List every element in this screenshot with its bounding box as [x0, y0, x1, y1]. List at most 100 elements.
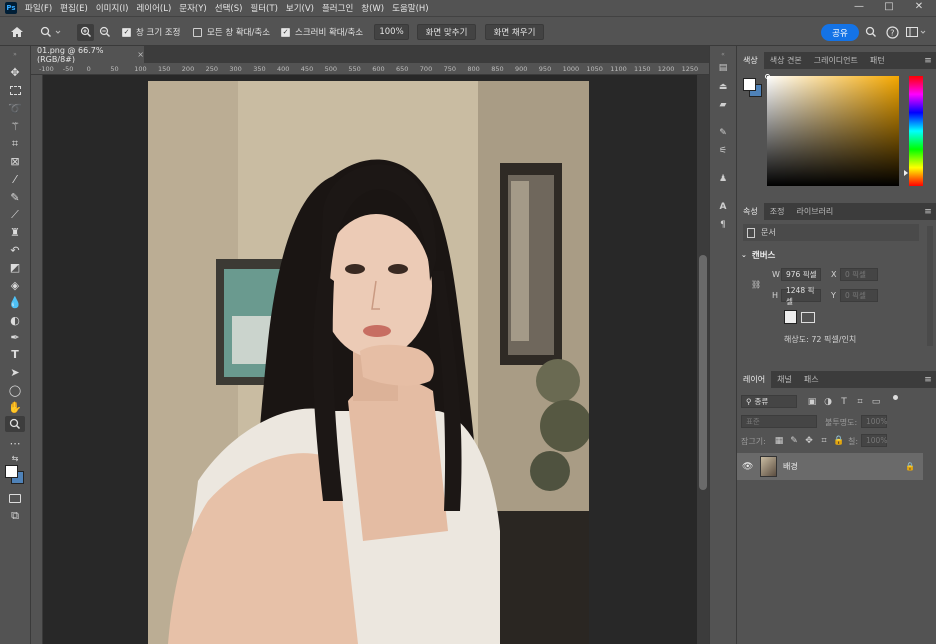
menu-help[interactable]: 도움말(H) — [388, 2, 432, 14]
canvas-width-field[interactable]: 976 픽셀 — [781, 268, 821, 281]
clone-source-icon[interactable]: ♟ — [718, 174, 728, 184]
layer-row-background[interactable]: 👁 배경 🔒 — [737, 453, 923, 480]
menu-plugins[interactable]: 플러그인 — [318, 2, 357, 14]
crop-tool-icon[interactable]: ⌗ — [5, 136, 25, 152]
history-brush-tool-icon[interactable]: ↶ — [5, 242, 25, 258]
filter-type-icon[interactable]: T — [839, 397, 849, 407]
tab-channels[interactable]: 채널 — [771, 371, 798, 388]
ellipse-tool-icon[interactable]: ◯ — [5, 382, 25, 398]
tab-layers[interactable]: 레이어 — [737, 371, 772, 388]
canvas-x-field[interactable]: 0 픽셀 — [840, 268, 878, 281]
paragraph-panel-icon[interactable]: ¶ — [718, 220, 728, 230]
canvas-image[interactable] — [148, 81, 589, 644]
scrollbar-thumb[interactable] — [699, 255, 707, 490]
link-dimensions-icon[interactable]: ⛓ — [751, 280, 761, 289]
tab-gradients[interactable]: 그레이디언트 — [808, 52, 864, 69]
lock-artboard-icon[interactable]: ⌗ — [819, 436, 829, 446]
adjustments-icon[interactable]: ⚟ — [718, 146, 728, 156]
path-selection-tool-icon[interactable]: ➤ — [5, 364, 25, 380]
actions-panel-icon[interactable]: ⏏ — [718, 82, 728, 92]
eye-visibility-icon[interactable]: 👁 — [742, 462, 754, 472]
lock-position-icon[interactable]: ✥ — [804, 436, 814, 446]
move-tool-icon[interactable]: ✥ — [5, 64, 25, 80]
help-icon[interactable]: ? — [886, 17, 899, 47]
zoom-all-windows-checkbox[interactable]: 모든 창 확대/축소 — [193, 17, 270, 47]
lock-image-pixels-icon[interactable]: ✎ — [789, 436, 799, 446]
eraser-tool-icon[interactable]: ◩ — [5, 259, 25, 275]
filter-smart-object-icon[interactable]: ▭ — [871, 397, 881, 407]
panel-menu-icon[interactable]: ≡ — [923, 56, 933, 66]
canvas-y-field[interactable]: 0 픽셀 — [840, 289, 878, 302]
layer-filter-select[interactable]: ⚲ 종류 — [741, 395, 797, 408]
foreground-color-swatch[interactable] — [5, 465, 18, 478]
menu-select[interactable]: 선택(S) — [211, 2, 247, 14]
filter-adjustment-icon[interactable]: ◑ — [823, 397, 833, 407]
scrubby-zoom-checkbox[interactable]: ✓ 스크러비 확대/축소 — [281, 17, 363, 47]
tab-color[interactable]: 색상 — [737, 52, 764, 69]
paint-bucket-tool-icon[interactable]: ◈ — [5, 277, 25, 293]
resize-windows-checkbox[interactable]: ✓ 창 크기 조정 — [122, 17, 181, 47]
opacity-field[interactable]: 100% — [861, 415, 887, 428]
character-panel-icon[interactable]: A — [718, 202, 728, 212]
brush-settings-icon[interactable]: ✎ — [718, 128, 728, 138]
tab-properties[interactable]: 속성 — [737, 203, 764, 220]
menu-layer[interactable]: 레이어(L) — [132, 2, 175, 14]
blend-mode-select[interactable]: 표준 — [741, 415, 817, 428]
hue-slider[interactable] — [909, 76, 923, 186]
zoom-out-icon[interactable] — [99, 17, 111, 47]
menu-view[interactable]: 보기(V) — [282, 2, 318, 14]
minimize-button[interactable]: — — [844, 0, 874, 16]
brush-tool-icon[interactable]: ⟋ — [5, 207, 25, 223]
canvas-height-field[interactable]: 1248 픽셀 — [781, 286, 821, 306]
panel-menu-icon[interactable]: ≡ — [923, 375, 933, 385]
magic-wand-tool-icon[interactable]: ⚚ — [5, 118, 25, 134]
comments-panel-icon[interactable]: ▰ — [718, 100, 728, 110]
menu-image[interactable]: 이미지(I) — [92, 2, 133, 14]
landscape-orientation-icon[interactable] — [801, 312, 815, 323]
tab-patterns[interactable]: 패턴 — [864, 52, 891, 69]
hand-tool-icon[interactable]: ✋ — [5, 399, 25, 415]
healing-brush-tool-icon[interactable]: ✎ — [5, 189, 25, 205]
zoom-tool-icon[interactable] — [5, 416, 25, 432]
color-foreground-swatch[interactable] — [743, 78, 756, 91]
canvas-section-header[interactable]: ⌄ 캔버스 — [741, 249, 775, 261]
search-icon[interactable] — [865, 17, 877, 47]
eyedropper-tool-icon[interactable]: ⁄ — [5, 171, 25, 187]
color-picker-field[interactable] — [765, 74, 899, 186]
menu-file[interactable]: 파일(F) — [21, 2, 56, 14]
marquee-tool-icon[interactable] — [5, 82, 25, 98]
close-tab-icon[interactable]: × — [137, 50, 144, 59]
workspace-icon[interactable] — [906, 17, 928, 47]
vertical-scrollbar[interactable] — [697, 75, 709, 644]
tab-adjustments[interactable]: 조정 — [764, 203, 791, 220]
document-tab[interactable]: 01.png @ 66.7% (RGB/8#) × — [31, 46, 144, 64]
dock-collapse-icon[interactable]: « — [718, 49, 728, 59]
lock-transparency-icon[interactable]: ▦ — [774, 436, 784, 446]
dodge-tool-icon[interactable]: ◐ — [5, 312, 25, 328]
fill-screen-button[interactable]: 화면 채우기 — [485, 24, 544, 40]
tab-paths[interactable]: 패스 — [798, 371, 825, 388]
type-tool-icon[interactable]: T — [5, 346, 25, 362]
lasso-tool-icon[interactable]: ➰ — [5, 100, 25, 116]
portrait-orientation-icon[interactable] — [784, 310, 797, 324]
close-window-button[interactable]: ✕ — [904, 0, 934, 16]
maximize-button[interactable]: □ — [874, 0, 904, 16]
history-panel-icon[interactable]: ▤ — [718, 63, 728, 73]
swap-colors-icon[interactable]: ⇆ — [5, 450, 25, 466]
clone-stamp-tool-icon[interactable]: ♜ — [5, 224, 25, 240]
menu-filter[interactable]: 필터(T) — [246, 2, 281, 14]
blur-tool-icon[interactable]: 💧 — [5, 294, 25, 310]
quick-mask-icon[interactable] — [5, 490, 25, 506]
tab-libraries[interactable]: 라이브러리 — [790, 203, 839, 220]
share-button[interactable]: 공유 — [821, 24, 859, 41]
fill-field[interactable]: 100% — [861, 434, 887, 447]
fit-screen-button[interactable]: 화면 맞추기 — [417, 24, 476, 40]
home-icon[interactable] — [10, 17, 24, 47]
zoom-percent-field[interactable]: 100% — [374, 24, 409, 40]
pen-tool-icon[interactable]: ✒ — [5, 329, 25, 345]
frame-tool-icon[interactable]: ⊠ — [5, 153, 25, 169]
more-tools-icon[interactable]: ⋯ — [5, 435, 25, 451]
zoom-in-icon[interactable] — [77, 17, 94, 47]
screen-mode-icon[interactable]: ⧉ — [5, 508, 25, 524]
hue-slider-handle-icon[interactable] — [904, 170, 908, 176]
